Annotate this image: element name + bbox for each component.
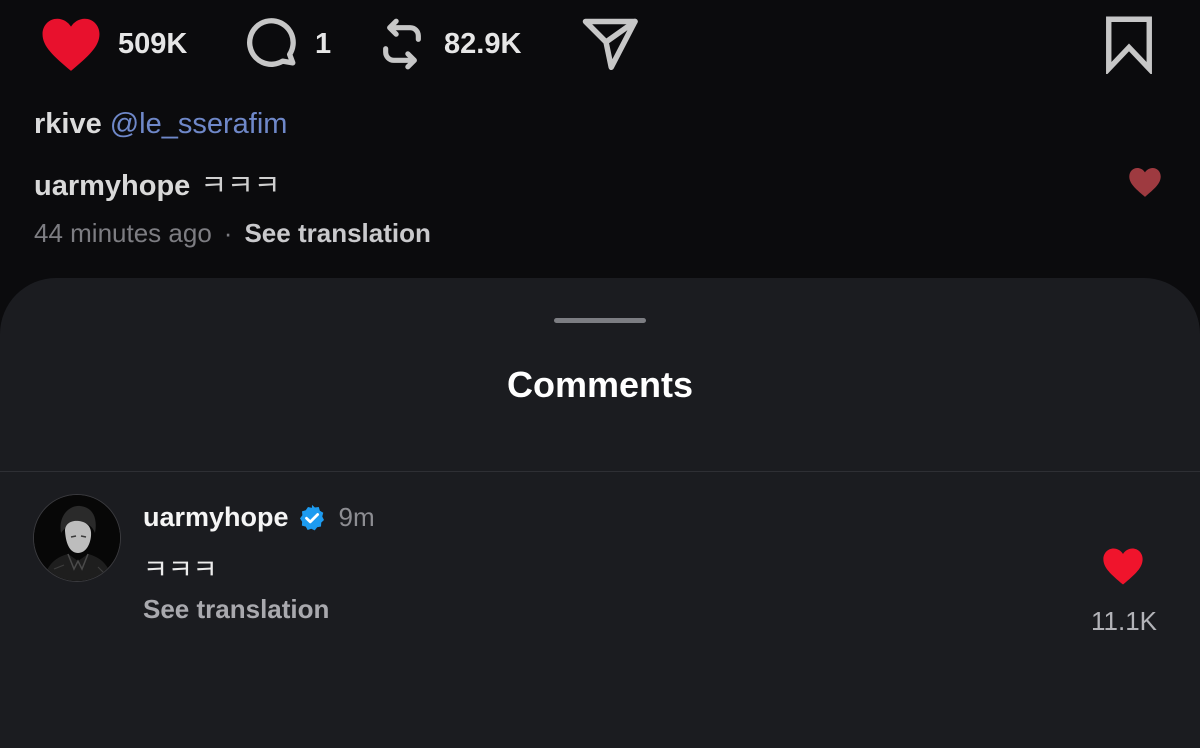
verified-badge-icon — [299, 504, 324, 530]
sheet-title: Comments — [506, 364, 694, 405]
preview-comment[interactable]: uarmyhope ㅋㅋㅋ — [34, 162, 280, 204]
send-icon — [582, 18, 638, 70]
like-button[interactable]: 509K — [38, 12, 187, 76]
meta-separator: · — [223, 218, 233, 248]
see-translation-link[interactable]: See translation — [244, 218, 430, 248]
post-caption: rkive @le_sserafim — [34, 108, 287, 141]
repost-icon — [383, 18, 421, 70]
time-ago: 44 minutes ago — [34, 218, 212, 248]
save-button[interactable] — [1102, 12, 1156, 76]
comment-text: ㅋㅋㅋ — [143, 555, 218, 585]
comment-author[interactable]: uarmyhope — [143, 502, 289, 533]
comment-item[interactable]: uarmyhope 9m ㅋㅋㅋ See translation 11.1K — [0, 472, 1200, 748]
preview-comment-meta: 44 minutes ago · See translation — [34, 218, 431, 249]
heart-filled-icon[interactable] — [1100, 546, 1146, 586]
avatar[interactable] — [33, 494, 121, 582]
repost-button[interactable]: 82.9K — [374, 12, 521, 76]
heart-small-icon[interactable] — [1127, 166, 1163, 198]
comments-sheet: Comments uarmyhope 9m ㅋㅋㅋ See translatio… — [0, 278, 1200, 748]
post-action-bar: 509K 1 82.9K — [0, 0, 1200, 90]
comment-header: uarmyhope 9m — [143, 502, 375, 533]
like-count: 509K — [118, 27, 188, 60]
caption-author[interactable]: rkive — [34, 108, 102, 140]
profile-photo — [34, 495, 120, 581]
comment-like-count: 11.1K — [1090, 606, 1157, 636]
comment-timestamp: 9m — [338, 502, 375, 532]
bookmark-icon — [1106, 16, 1152, 74]
share-button[interactable] — [578, 12, 642, 76]
comment-button[interactable]: 1 — [243, 12, 331, 76]
comment-count: 1 — [315, 27, 332, 60]
preview-comment-author[interactable]: uarmyhope — [34, 170, 190, 202]
heart-filled-icon — [42, 18, 100, 71]
mention-link[interactable]: @le_sserafim — [110, 108, 288, 140]
repost-count: 82.9K — [444, 27, 522, 60]
comment-bubble-icon — [247, 18, 296, 67]
preview-comment-text: ㅋㅋㅋ — [200, 170, 281, 202]
see-translation-link[interactable]: See translation — [143, 594, 329, 625]
sheet-grabber-handle[interactable] — [554, 318, 646, 323]
